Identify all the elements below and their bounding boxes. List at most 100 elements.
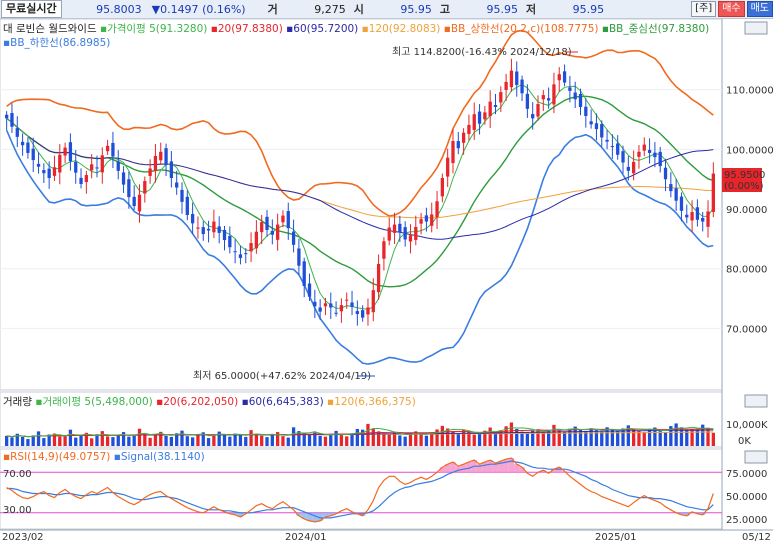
volume-bar	[631, 429, 636, 446]
volume-bar	[509, 422, 514, 446]
candle-body	[520, 79, 524, 94]
x-tick-2025-01: 2025/01	[595, 532, 637, 542]
candle-body	[15, 128, 19, 137]
volume-panel-settings-button[interactable]	[744, 394, 768, 408]
candle-body	[265, 216, 269, 230]
volume-bar	[222, 434, 227, 446]
candle-body	[334, 312, 338, 314]
candle-body	[562, 71, 567, 83]
volume-bar	[31, 435, 35, 446]
candle-body	[121, 172, 126, 185]
candle-body	[679, 196, 684, 211]
price-legend-row2: ▪BB_하한선(86.8985)	[3, 37, 111, 49]
rsi-oversold-fill	[312, 512, 318, 522]
candle-body	[355, 311, 359, 315]
legend-vol-ma20[interactable]: 20(6,202,050)	[163, 396, 238, 408]
candle-body	[711, 173, 715, 212]
legend-bb-lower[interactable]: BB_하한선(86.8985)	[10, 37, 110, 49]
candle-body	[222, 229, 227, 241]
volume-bar	[90, 438, 94, 446]
volume-bar	[674, 423, 678, 446]
candle-body	[435, 201, 439, 218]
candle-body	[605, 139, 609, 142]
legend-ma20[interactable]: 20(97.8380)	[218, 23, 283, 35]
volume-bar	[541, 431, 545, 446]
legend-vol-ma120[interactable]: 120(6,366,375)	[334, 396, 416, 408]
price-panel-frame	[0, 18, 723, 391]
legend-ma120[interactable]: 120(92.8083)	[369, 23, 441, 35]
volume-bar	[153, 434, 158, 446]
candle-body	[31, 148, 35, 161]
candle-body	[58, 154, 62, 173]
candle-body	[493, 105, 498, 108]
volume-bar	[244, 436, 248, 446]
candle-body	[382, 241, 386, 259]
volume-bar	[616, 431, 620, 446]
rsi-overbought-fill	[487, 460, 493, 473]
volume-bar	[206, 438, 211, 446]
candle-body	[137, 194, 142, 212]
rsi-panel-settings-button[interactable]	[744, 450, 768, 464]
volume-bar	[58, 436, 62, 446]
candle-body	[371, 290, 375, 313]
legend-ma60[interactable]: 60(95.7200)	[293, 23, 358, 35]
volume-bar	[105, 436, 110, 446]
candle-body	[626, 166, 630, 171]
legend-bb-mid[interactable]: BB_중심선(97.8380)	[609, 23, 709, 35]
candle-body	[68, 142, 73, 162]
volume-bar	[711, 432, 715, 446]
legend-signal[interactable]: Signal(38.1140)	[121, 451, 205, 463]
candle-body	[674, 188, 678, 201]
rsi-tick-50: 50.0000	[726, 492, 767, 503]
volume-bar	[36, 431, 41, 446]
legend-vol-ma5[interactable]: 거래이평 5(5,498,000)	[42, 396, 152, 408]
candle-body	[584, 106, 588, 116]
legend-volume[interactable]: 거래량	[3, 396, 32, 408]
legend-vol-ma60[interactable]: 60(6,645,383)	[249, 396, 324, 408]
volume-bar	[281, 436, 285, 446]
candle-body	[180, 189, 184, 202]
candle-body	[483, 112, 487, 120]
candle-body	[307, 283, 312, 297]
volume-bar	[371, 428, 375, 446]
candle-body	[589, 121, 593, 125]
candle-body	[345, 299, 349, 301]
candle-body	[127, 179, 131, 198]
candle-body	[42, 169, 46, 174]
candle-body	[392, 224, 397, 233]
price-panel-settings-button[interactable]	[744, 21, 768, 35]
volume-bar	[286, 437, 290, 446]
volume-bar	[127, 436, 131, 446]
candle-body	[143, 180, 147, 194]
volume-bar	[260, 435, 264, 446]
candle-body	[212, 221, 216, 233]
candle-body	[313, 301, 317, 307]
volume-bar	[472, 434, 476, 446]
legend-ticker[interactable]: 대 로빈슨 월드와이드	[3, 23, 97, 35]
candle-body	[153, 155, 158, 171]
volume-bar	[270, 434, 274, 446]
legend-rsi[interactable]: RSI(14,9)(49.0757)	[10, 451, 110, 463]
candle-body	[52, 167, 57, 176]
candle-body	[270, 230, 274, 235]
candle-body	[100, 155, 104, 173]
candle-body	[339, 305, 344, 312]
legend-ma5[interactable]: 가격이평 5(91.3280)	[107, 23, 207, 35]
candle-body	[578, 93, 583, 108]
volume-bar	[307, 434, 312, 446]
candle-body	[79, 177, 83, 184]
x-tick-2023-02: 2023/02	[2, 532, 44, 542]
candle-body	[376, 263, 381, 293]
volume-bar	[355, 428, 359, 446]
legend-bb-upper[interactable]: BB_상한선(20.2,c)(108.7775)	[451, 23, 599, 35]
candle-body	[185, 196, 189, 215]
volume-bar	[334, 430, 338, 446]
rsi-overbought-fill	[482, 462, 488, 473]
candle-body	[164, 148, 168, 165]
candle-body	[488, 101, 492, 117]
candle-body	[350, 302, 354, 307]
candle-body	[206, 228, 211, 231]
volume-legend: 거래량 ▪거래이평 5(5,498,000) ▪20(6,202,050) ▪6…	[3, 396, 416, 408]
volume-bar	[74, 437, 78, 446]
candle-body	[84, 175, 89, 183]
